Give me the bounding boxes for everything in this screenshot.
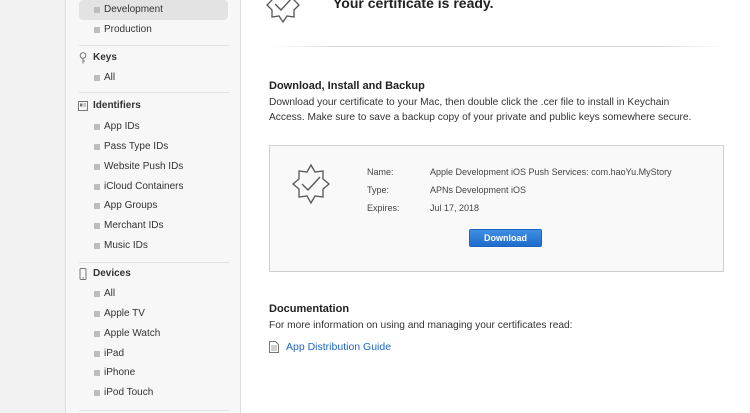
section-header-label: Identifiers: [93, 100, 141, 111]
app-distribution-guide-link[interactable]: App Distribution Guide: [269, 339, 391, 355]
document-icon: [269, 341, 279, 353]
bullet-icon: [94, 75, 100, 81]
sidebar-item-music-ids[interactable]: Music IDs: [79, 236, 148, 256]
cert-type-value: APNs Development iOS: [430, 185, 527, 195]
sidebar-item-label: Development: [104, 4, 163, 15]
sidebar-item-label: Music IDs: [104, 240, 148, 251]
sidebar-item-label: All: [104, 72, 116, 83]
bullet-icon: [94, 223, 100, 229]
key-icon: [79, 52, 87, 64]
section-header-identifiers: Identifiers: [78, 97, 141, 115]
sidebar-item-label: Website Push IDs: [104, 161, 184, 172]
bullet-icon: [94, 144, 100, 150]
sidebar-item-devices-all[interactable]: All: [79, 284, 115, 304]
bullet-icon: [94, 291, 100, 297]
documentation-text: For more information on using and managi…: [269, 320, 573, 331]
bullet-icon: [94, 311, 100, 317]
section-header-devices: Devices: [78, 265, 131, 283]
sidebar-divider: [79, 410, 229, 411]
sidebar-item-label: App IDs: [104, 121, 140, 132]
sidebar-item-pass-type-ids[interactable]: Pass Type IDs: [79, 137, 168, 157]
documentation-heading: Documentation: [269, 303, 350, 315]
sidebar-item-iphone[interactable]: iPhone: [79, 363, 135, 383]
sidebar-item-merchant-ids[interactable]: Merchant IDs: [79, 216, 163, 236]
section-header-label: Keys: [93, 52, 117, 63]
page-title: Your certificate is ready.: [333, 0, 494, 11]
sidebar-item-label: Pass Type IDs: [104, 141, 169, 152]
bullet-icon: [94, 370, 100, 376]
sidebar-item-apple-tv[interactable]: Apple TV: [79, 304, 145, 324]
certificate-icon: [291, 163, 331, 205]
sidebar-item-app-ids[interactable]: App IDs: [79, 117, 140, 137]
cert-expires-value: Jul 17, 2018: [430, 203, 480, 213]
bullet-icon: [94, 27, 100, 33]
sidebar-item-website-push-ids[interactable]: Website Push IDs: [79, 157, 183, 177]
sidebar-item-ipod-touch[interactable]: iPod Touch: [79, 383, 153, 403]
sidebar-item-label: Apple Watch: [104, 328, 161, 339]
certificate-badge-icon: [266, 0, 300, 24]
bullet-icon: [94, 7, 100, 13]
sidebar-item-label: App Groups: [104, 200, 158, 211]
bullet-icon: [94, 124, 100, 130]
download-button[interactable]: Download: [469, 229, 542, 247]
download-text-line-1: Download your certificate to your Mac, t…: [269, 97, 670, 108]
bullet-icon: [94, 243, 100, 249]
sidebar-item-label: All: [104, 288, 116, 299]
sidebar-item-label: iPhone: [104, 367, 136, 378]
sidebar-divider: [79, 92, 229, 93]
sidebar-item-label: iCloud Containers: [104, 181, 184, 192]
sidebar-item-label: iPad: [104, 348, 125, 359]
left-gutter: [0, 0, 66, 413]
sidebar-item-keys-all[interactable]: All: [79, 68, 115, 88]
sidebar-divider: [79, 262, 229, 263]
sidebar-item-app-groups[interactable]: App Groups: [79, 196, 157, 216]
sidebar-item-label: Production: [104, 24, 152, 35]
sidebar-item-ipad[interactable]: iPad: [79, 344, 124, 364]
sidebar-item-icloud-containers[interactable]: iCloud Containers: [79, 177, 184, 197]
bullet-icon: [94, 184, 100, 190]
cert-type-label: Type:: [367, 185, 390, 195]
section-header-label: Devices: [93, 268, 131, 279]
download-heading: Download, Install and Backup: [269, 80, 425, 92]
sidebar-item-development[interactable]: Development: [79, 0, 228, 20]
sidebar-item-label: Merchant IDs: [104, 220, 164, 231]
cert-name-label: Name:: [367, 167, 394, 177]
phone-icon: [79, 268, 87, 280]
cert-name-value: Apple Development iOS Push Services: com…: [430, 167, 672, 177]
sidebar-divider: [79, 45, 229, 46]
divider: [269, 46, 725, 47]
download-text-line-2: Access. Make sure to save a backup copy …: [269, 112, 692, 123]
bullet-icon: [94, 351, 100, 357]
cert-expires-label: Expires:: [367, 203, 400, 213]
bullet-icon: [94, 331, 100, 337]
sidebar-item-apple-watch[interactable]: Apple Watch: [79, 324, 160, 344]
sidebar: Development Production Keys All Identifi…: [67, 0, 241, 413]
main-content: Your certificate is ready. Download, Ins…: [242, 0, 750, 413]
sidebar-item-label: iPod Touch: [104, 387, 154, 398]
sidebar-item-production[interactable]: Production: [79, 20, 152, 40]
bullet-icon: [94, 203, 100, 209]
sidebar-item-label: Apple TV: [104, 308, 145, 319]
section-header-keys: Keys: [78, 49, 117, 67]
bullet-icon: [94, 164, 100, 170]
certificate-panel: Name: Apple Development iOS Push Service…: [269, 145, 724, 272]
link-label: App Distribution Guide: [286, 341, 392, 353]
id-card-icon: [78, 101, 88, 111]
bullet-icon: [94, 390, 100, 396]
